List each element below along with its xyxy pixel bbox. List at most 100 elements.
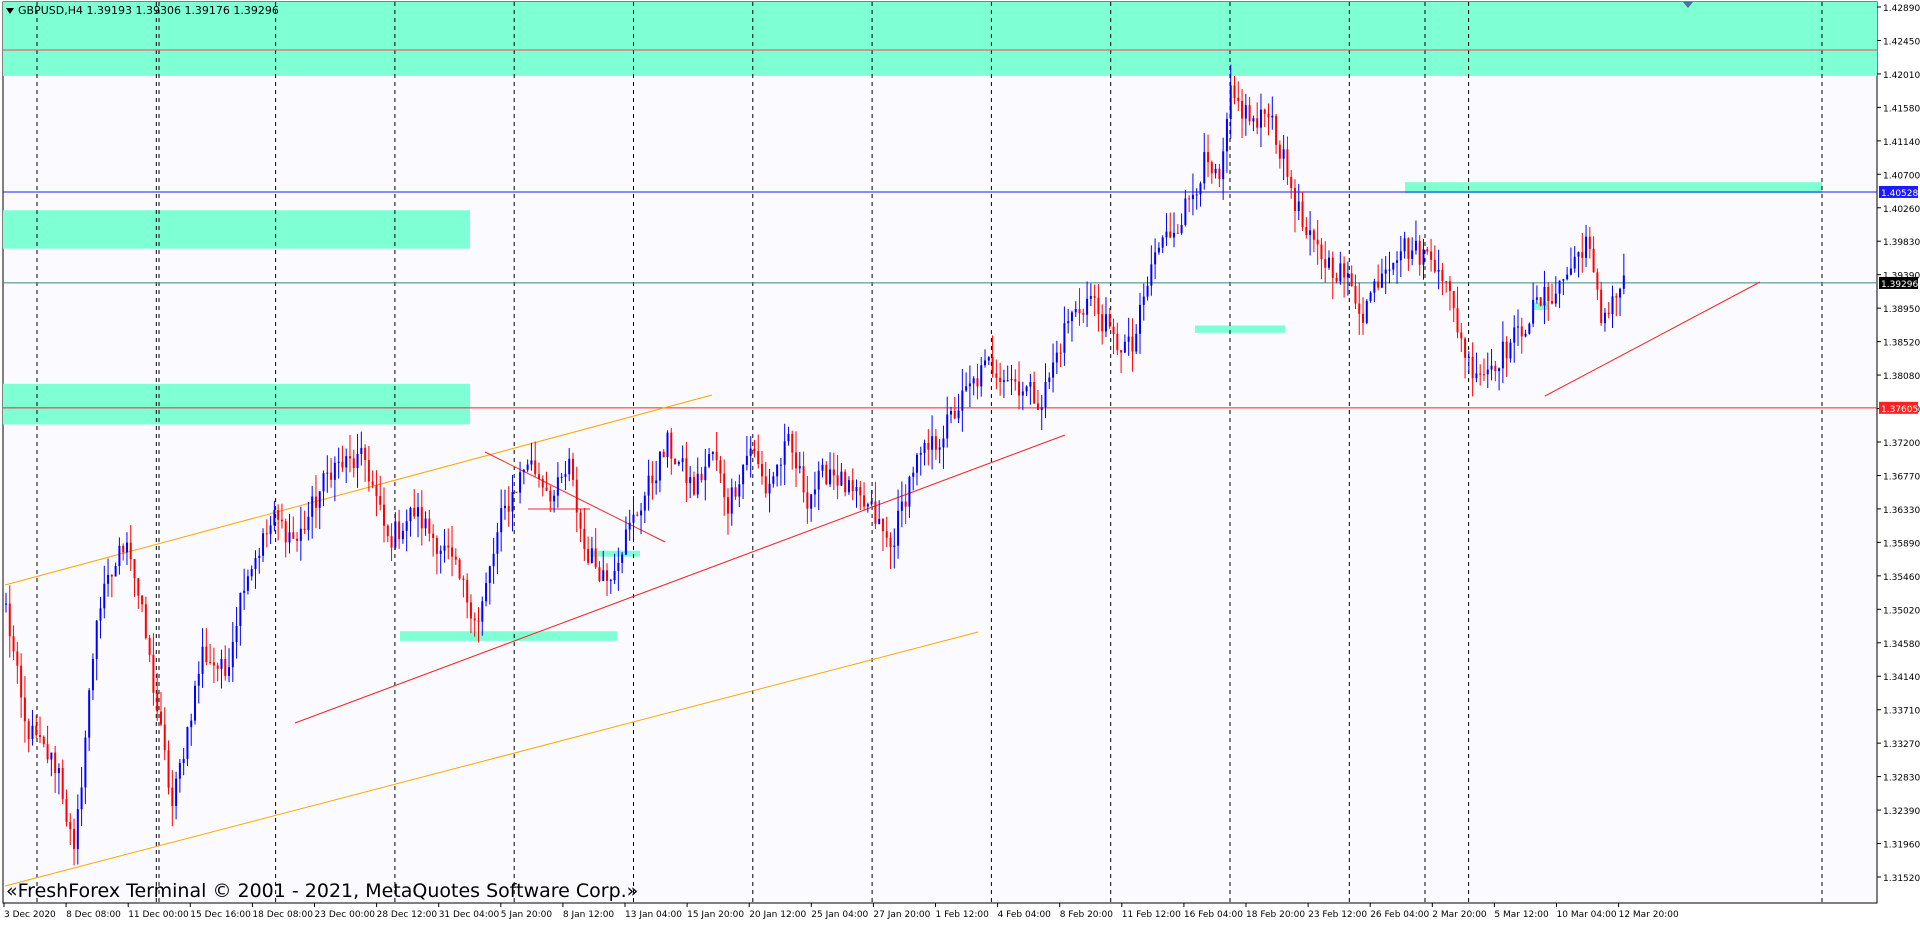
candle-body bbox=[643, 495, 646, 511]
time-tick-label: 27 Jan 20:00 bbox=[873, 910, 930, 920]
candle-body bbox=[779, 464, 782, 466]
candle-body bbox=[1256, 118, 1259, 128]
candle-body bbox=[836, 475, 839, 486]
candle-body bbox=[239, 592, 242, 626]
candle-body bbox=[1301, 201, 1304, 227]
candle-body bbox=[515, 491, 518, 493]
candle-body bbox=[1063, 323, 1066, 353]
candle-body bbox=[318, 491, 321, 508]
candle-body bbox=[1074, 308, 1077, 313]
candle-body bbox=[432, 533, 435, 539]
candle-body bbox=[254, 558, 257, 569]
candle-body bbox=[1263, 109, 1266, 114]
candle-body bbox=[847, 480, 850, 493]
candle-body bbox=[1089, 296, 1092, 299]
candle-body bbox=[262, 533, 265, 556]
candle-body bbox=[1135, 333, 1138, 352]
candle-body bbox=[1033, 382, 1036, 404]
candle-body bbox=[1543, 286, 1546, 306]
candle-body bbox=[473, 618, 476, 621]
candle-body bbox=[345, 456, 348, 468]
candle-body bbox=[885, 531, 888, 538]
candle-body bbox=[1044, 381, 1047, 408]
candle-body bbox=[1006, 380, 1009, 382]
candle-body bbox=[1097, 297, 1100, 315]
candle-body bbox=[95, 620, 98, 660]
candle-body bbox=[1278, 144, 1281, 159]
candle-body bbox=[258, 555, 261, 559]
candle-body bbox=[961, 390, 964, 411]
candle-body bbox=[280, 519, 283, 522]
candle-body bbox=[999, 377, 1002, 382]
candle-body bbox=[1596, 272, 1599, 290]
candle-body bbox=[855, 487, 858, 492]
candle-body bbox=[269, 525, 272, 535]
candle-body bbox=[1505, 341, 1508, 359]
candle-body bbox=[1191, 194, 1194, 200]
candle-body bbox=[186, 727, 189, 759]
candle-body bbox=[1173, 232, 1176, 238]
candle-body bbox=[1411, 250, 1414, 259]
candle-body bbox=[333, 462, 336, 480]
candle-body bbox=[243, 590, 246, 593]
candle-body bbox=[984, 360, 987, 366]
candle-body bbox=[1392, 262, 1395, 270]
price-chart[interactable]: 1.42890 1.42450 1.42010 1.41580 1.41140 1.407… bbox=[0, 0, 1920, 925]
candle-body bbox=[1210, 162, 1213, 174]
candle-body bbox=[91, 659, 94, 691]
candle-body bbox=[1430, 251, 1433, 260]
price-tick-label: 1.31960 bbox=[1883, 841, 1920, 851]
candle-body bbox=[628, 522, 631, 530]
candle-body bbox=[12, 636, 15, 652]
candle-body bbox=[1059, 352, 1062, 354]
candle-body bbox=[152, 654, 155, 693]
candle-body bbox=[424, 518, 427, 529]
candle-body bbox=[541, 478, 544, 488]
candle-body bbox=[681, 458, 684, 462]
candle-body bbox=[723, 473, 726, 498]
candle-body bbox=[212, 662, 215, 666]
candle-body bbox=[1139, 304, 1141, 334]
candle-body bbox=[1112, 326, 1115, 334]
dropdown-triangle-icon[interactable] bbox=[6, 8, 14, 14]
candle-body bbox=[874, 501, 877, 524]
candle-body bbox=[307, 516, 310, 531]
candle-body bbox=[987, 357, 990, 361]
candle-body bbox=[1214, 168, 1217, 174]
time-tick-label: 8 Jan 12:00 bbox=[563, 910, 615, 920]
candle-body bbox=[27, 721, 30, 740]
candle-body bbox=[787, 433, 790, 442]
candle-body bbox=[224, 658, 227, 676]
candle-body bbox=[469, 602, 472, 619]
candle-body bbox=[863, 495, 866, 507]
candle-body bbox=[817, 470, 820, 490]
candle-body bbox=[995, 373, 998, 378]
candle-body bbox=[348, 456, 351, 459]
candle-body bbox=[250, 568, 253, 577]
candle-body bbox=[1547, 286, 1550, 302]
candle-body bbox=[163, 724, 166, 751]
chart-shift-marker-icon[interactable] bbox=[1683, 2, 1693, 8]
candle-body bbox=[439, 550, 442, 554]
candle-body bbox=[1165, 231, 1168, 238]
candle-body bbox=[1388, 269, 1391, 271]
chart-window[interactable]: 1.42890 1.42450 1.42010 1.41580 1.41140 1.407… bbox=[0, 0, 1920, 925]
candle-body bbox=[462, 578, 465, 580]
candle-body bbox=[118, 545, 121, 567]
candle-body bbox=[666, 432, 669, 458]
candle-body bbox=[417, 507, 420, 517]
candle-body bbox=[485, 583, 488, 602]
candle-body bbox=[950, 411, 952, 415]
candle-body bbox=[662, 451, 665, 458]
candle-body bbox=[265, 533, 268, 535]
candle-body bbox=[326, 472, 329, 474]
candle-body bbox=[1418, 240, 1421, 265]
candle-body bbox=[1494, 365, 1497, 372]
candle-body bbox=[171, 787, 174, 807]
symbol-header: GBPUSD,H4 1.39193 1.39306 1.39176 1.3929… bbox=[18, 4, 279, 17]
candle-body bbox=[401, 530, 404, 540]
time-tick-label: 25 Jan 04:00 bbox=[811, 910, 868, 920]
price-tick-label: 1.39830 bbox=[1883, 238, 1920, 248]
candle-body bbox=[587, 549, 590, 563]
candle-body bbox=[757, 451, 760, 464]
